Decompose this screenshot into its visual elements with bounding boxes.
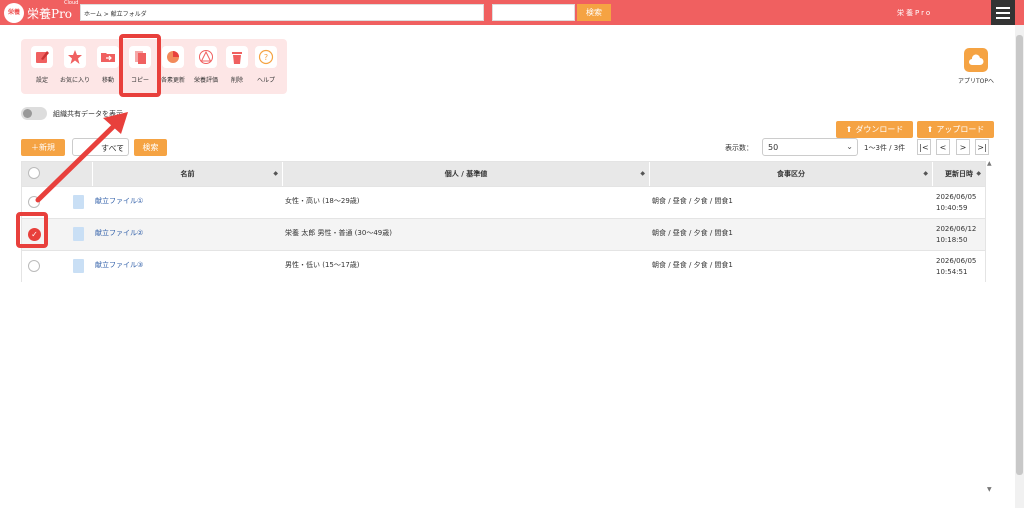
logo-superscript: Cloud xyxy=(64,0,79,6)
top-bar: 栄養 栄養Pro Cloud ホーム > 献立フォルダ 検索 栄養Pro xyxy=(0,0,1024,25)
perpage-value: 50 xyxy=(768,143,779,152)
perpage-select[interactable]: 50 ⌄ xyxy=(762,138,858,156)
sort-icon: ◆ xyxy=(640,170,645,177)
user-name: 栄養Pro xyxy=(897,9,933,17)
column-name[interactable]: 名前 ◆ xyxy=(92,162,282,186)
app-top-link[interactable]: アプリTOPへ xyxy=(954,48,998,85)
file-icon xyxy=(73,195,84,209)
row-select-radio[interactable] xyxy=(28,196,40,208)
tool-evaluation-label: 栄養評価 xyxy=(193,77,218,84)
tool-settings[interactable]: 設定 xyxy=(26,46,58,90)
row-name-link[interactable]: 献立ファイル① xyxy=(95,196,143,206)
prev-page-button[interactable]: < xyxy=(936,139,950,155)
row-select-radio[interactable] xyxy=(28,260,40,272)
copy-highlight-annotation xyxy=(119,34,161,97)
app-top-label: アプリTOPへ xyxy=(957,78,994,85)
row-name-link[interactable]: 献立ファイル③ xyxy=(95,260,143,270)
table-row[interactable]: 献立ファイル③ 男性・低い (15〜17歳) 朝食 / 昼食 / 夕食 / 間食… xyxy=(22,250,985,282)
tool-delete[interactable]: 削除 xyxy=(221,46,253,90)
upload-icon: ⬆ xyxy=(926,125,934,134)
tool-help-label: ヘルプ xyxy=(256,77,275,84)
column-date[interactable]: 更新日時 ◆ xyxy=(932,162,985,186)
table-row[interactable]: 献立ファイル① 女性・高い (18〜29歳) 朝食 / 昼食 / 夕食 / 間食… xyxy=(22,186,985,218)
top-search-button[interactable]: 検索 xyxy=(577,4,611,21)
file-icon xyxy=(73,227,84,241)
tool-evaluation[interactable]: 栄養評価 xyxy=(190,46,222,90)
top-search-input[interactable] xyxy=(492,4,575,21)
select-all-radio[interactable] xyxy=(28,167,40,179)
selected-row-highlight-annotation xyxy=(16,212,48,248)
star-icon xyxy=(64,46,86,68)
row-meals: 朝食 / 昼食 / 夕食 / 間食1 xyxy=(652,197,733,205)
row-date: 2026/06/05 10:40:59 xyxy=(936,193,977,212)
scroll-up-icon[interactable]: ▲ xyxy=(987,160,992,167)
cloud-icon xyxy=(964,48,988,72)
sort-icon: ◆ xyxy=(273,170,278,177)
tool-update[interactable]: 各素更新 xyxy=(157,46,189,90)
tool-update-label: 各素更新 xyxy=(160,77,185,84)
chevron-down-icon: ⌄ xyxy=(846,142,853,151)
app-logo[interactable]: 栄養 栄養Pro xyxy=(4,3,72,23)
shared-data-toggle[interactable] xyxy=(21,107,47,120)
row-date: 2026/06/12 10:18:50 xyxy=(936,225,977,244)
tool-move-label: 移動 xyxy=(101,77,114,84)
column-target[interactable]: 個人 / 基準値 ◆ xyxy=(282,162,649,186)
download-button[interactable]: ⬆ ダウンロード xyxy=(836,121,913,138)
next-page-button[interactable]: > xyxy=(956,139,970,155)
upload-button[interactable]: ⬆ アップロード xyxy=(917,121,994,138)
row-target: 男性・低い (15〜17歳) xyxy=(285,261,360,269)
evaluation-icon xyxy=(195,46,217,68)
page-scrollbar-thumb[interactable] xyxy=(1016,35,1023,475)
row-target: 栄養 太郎 男性・普通 (30〜49歳) xyxy=(285,229,392,237)
scroll-down-icon[interactable]: ▼ xyxy=(987,486,992,493)
svg-text:?: ? xyxy=(264,53,268,62)
column-meals[interactable]: 食事区分 ◆ xyxy=(649,162,932,186)
row-name-link[interactable]: 献立ファイル② xyxy=(95,228,143,238)
table-header: 名前 ◆ 個人 / 基準値 ◆ 食事区分 ◆ 更新日時 ◆ xyxy=(22,162,985,186)
tool-delete-label: 削除 xyxy=(230,77,243,84)
sort-icon: ◆ xyxy=(976,170,981,177)
download-button-label: ダウンロード xyxy=(855,125,904,134)
last-page-button[interactable]: >| xyxy=(975,139,989,155)
download-icon: ⬆ xyxy=(845,125,853,134)
perpage-label: 表示数： xyxy=(725,144,753,152)
menu-icon[interactable] xyxy=(991,0,1015,25)
logo-badge: 栄養 xyxy=(4,3,24,23)
help-icon: ? xyxy=(255,46,277,68)
file-icon xyxy=(73,259,84,273)
pencil-icon xyxy=(31,46,53,68)
filter-select[interactable]: すべて ⌄ xyxy=(72,138,129,156)
logo-text: 栄養Pro xyxy=(27,6,73,21)
folder-move-icon xyxy=(97,46,119,68)
upload-button-label: アップロード xyxy=(936,125,985,134)
table-row[interactable]: ✓ 献立ファイル② 栄養 太郎 男性・普通 (30〜49歳) 朝食 / 昼食 /… xyxy=(22,218,985,250)
chevron-down-icon: ⌄ xyxy=(117,142,124,151)
first-page-button[interactable]: |< xyxy=(917,139,931,155)
column-name-label: 名前 xyxy=(180,170,195,178)
trash-icon xyxy=(226,46,248,68)
file-table: 名前 ◆ 個人 / 基準値 ◆ 食事区分 ◆ 更新日時 ◆ 献立ファイル① 女性・高い … xyxy=(21,161,986,282)
search-button[interactable]: 検索 xyxy=(134,139,167,156)
column-target-label: 個人 / 基準値 xyxy=(444,170,488,178)
tool-help[interactable]: ? ヘルプ xyxy=(250,46,282,90)
row-date: 2026/06/05 10:54:51 xyxy=(936,257,977,276)
sort-icon: ◆ xyxy=(923,170,928,177)
tool-favorite-label: お気に入り xyxy=(59,77,90,84)
column-date-label: 更新日時 xyxy=(945,170,973,178)
refresh-icon xyxy=(162,46,184,68)
row-meals: 朝食 / 昼食 / 夕食 / 間食1 xyxy=(652,229,733,237)
row-target: 女性・高い (18〜29歳) xyxy=(285,197,360,205)
column-meals-label: 食事区分 xyxy=(777,170,805,178)
tool-favorite[interactable]: お気に入り xyxy=(59,46,91,90)
tool-settings-label: 設定 xyxy=(35,77,48,84)
result-count: 1〜3件 / 3件 xyxy=(864,144,906,152)
shared-data-toggle-label: 組織共有データを表示 xyxy=(53,110,123,118)
new-button[interactable]: ＋新規 xyxy=(21,139,65,156)
row-meals: 朝食 / 昼食 / 夕食 / 間食1 xyxy=(652,261,733,269)
breadcrumb[interactable]: ホーム > 献立フォルダ xyxy=(80,4,484,21)
